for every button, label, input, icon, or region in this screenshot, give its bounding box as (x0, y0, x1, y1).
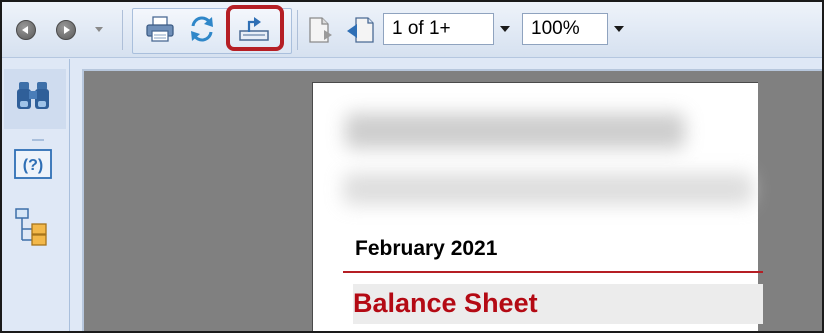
report-viewer-window: 1 of 1+ 100% (?) February 2021 Balance S… (0, 0, 824, 333)
report-page: February 2021 Balance Sheet (312, 82, 763, 331)
toolbar-separator (122, 10, 123, 50)
redacted-header (345, 113, 685, 149)
report-title: Balance Sheet (353, 288, 538, 318)
toolbar-separator (297, 10, 298, 50)
help-icon[interactable]: (?) (14, 149, 52, 179)
divider (343, 271, 763, 273)
history-dropdown-icon[interactable] (95, 27, 103, 32)
page-navigate-icon[interactable] (345, 16, 375, 44)
page-icon[interactable] (307, 16, 333, 44)
sidebar: (?) (2, 59, 70, 331)
forward-arrow-icon[interactable] (56, 20, 76, 40)
refresh-icon[interactable] (188, 15, 216, 43)
back-arrow-icon[interactable] (16, 20, 36, 40)
svg-text:(?): (?) (23, 157, 43, 174)
printer-icon[interactable] (145, 16, 175, 42)
page-dropdown-arrow-icon[interactable] (500, 26, 510, 32)
report-period: February 2021 (355, 237, 498, 260)
sidebar-separator (32, 139, 44, 141)
export-icon[interactable] (237, 14, 271, 42)
toolbar: 1 of 1+ 100% (2, 2, 822, 58)
document-map-icon[interactable] (14, 207, 50, 247)
redacted-subheader (343, 173, 753, 205)
binoculars-icon[interactable] (15, 77, 51, 113)
page-number-field[interactable]: 1 of 1+ (383, 13, 494, 45)
zoom-dropdown-arrow-icon[interactable] (614, 26, 624, 32)
zoom-field[interactable]: 100% (522, 13, 608, 45)
